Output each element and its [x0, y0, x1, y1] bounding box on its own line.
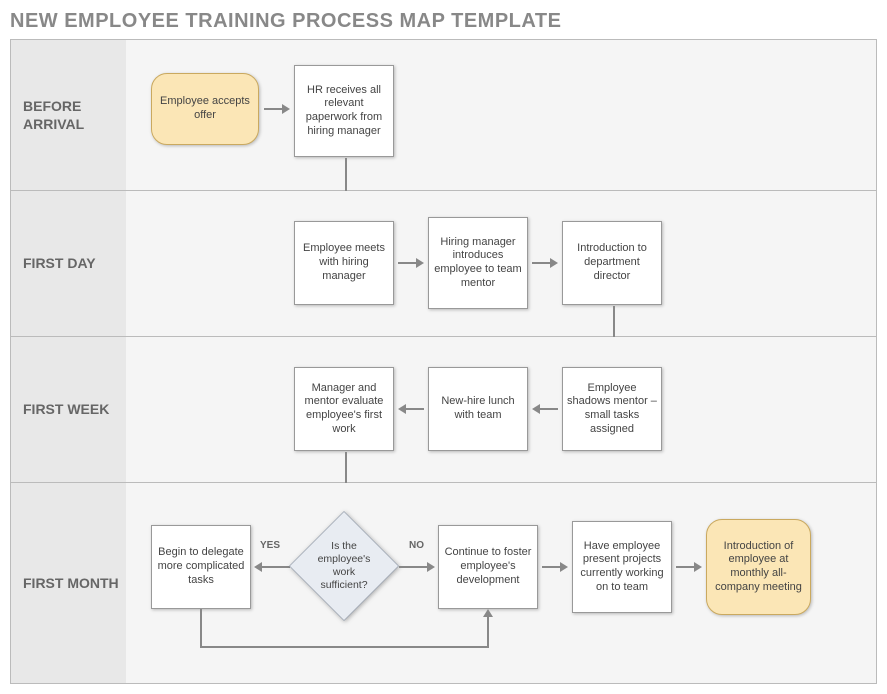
lane-label-before: BEFORE ARRIVAL: [11, 40, 126, 190]
arrow-left-icon: [398, 399, 424, 419]
node-lunch: New-hire lunch with team: [428, 367, 528, 451]
lane-content-month: Begin to delegate more complicated tasks…: [126, 483, 876, 683]
node-meets-manager: Employee meets with hiring manager: [294, 221, 394, 305]
arrow-left-icon: [532, 399, 558, 419]
diagram-title: NEW EMPLOYEE TRAINING PROCESS MAP TEMPLA…: [10, 10, 877, 33]
node-employee-accepts: Employee accepts offer: [151, 73, 259, 145]
node-shadows: Employee shadows mentor – small tasks as…: [562, 367, 662, 451]
lane-label-day: FIRST DAY: [11, 191, 126, 336]
lane-label-week: FIRST WEEK: [11, 337, 126, 482]
decision-text: Is the employee's work sufficient?: [290, 512, 398, 620]
lane-first-week: FIRST WEEK Employee shadows mentor – sma…: [11, 337, 876, 483]
node-intro-director: Introduction to department director: [562, 221, 662, 305]
node-intro-mentor: Hiring manager introduces employee to te…: [428, 217, 528, 309]
node-decision: Is the employee's work sufficient?: [289, 511, 399, 621]
swimlanes: BEFORE ARRIVAL Employee accepts offer HR…: [10, 39, 877, 684]
lane-content-week: Employee shadows mentor – small tasks as…: [126, 337, 876, 482]
node-allhands: Introduction of employee at monthly all-…: [706, 519, 811, 615]
arrow-right-icon: [676, 557, 702, 577]
lane-before-arrival: BEFORE ARRIVAL Employee accepts offer HR…: [11, 40, 876, 191]
node-delegate: Begin to delegate more complicated tasks: [151, 525, 251, 609]
arrow-right-icon: [542, 557, 568, 577]
arrow-right-icon: [264, 99, 290, 119]
node-hr-paperwork: HR receives all relevant paperwork from …: [294, 65, 394, 157]
arrow-right-icon: [532, 253, 558, 273]
node-foster: Continue to foster employee's developmen…: [438, 525, 538, 609]
lane-first-month: FIRST MONTH Begin to delegate more compl…: [11, 483, 876, 684]
lane-content-day: Employee meets with hiring manager Hirin…: [126, 191, 876, 336]
decision-label-yes: YES: [260, 540, 280, 551]
lane-content-before: Employee accepts offer HR receives all r…: [126, 40, 876, 190]
loop-connector: [191, 609, 511, 674]
node-evaluate: Manager and mentor evaluate employee's f…: [294, 367, 394, 451]
process-map: NEW EMPLOYEE TRAINING PROCESS MAP TEMPLA…: [10, 10, 877, 684]
lane-label-month: FIRST MONTH: [11, 483, 126, 683]
lane-first-day: FIRST DAY Employee meets with hiring man…: [11, 191, 876, 337]
arrow-right-icon: [399, 557, 435, 577]
arrow-left-icon: [254, 557, 290, 577]
decision-label-no: NO: [409, 540, 424, 551]
node-present: Have employee present projects currently…: [572, 521, 672, 613]
arrow-right-icon: [398, 253, 424, 273]
